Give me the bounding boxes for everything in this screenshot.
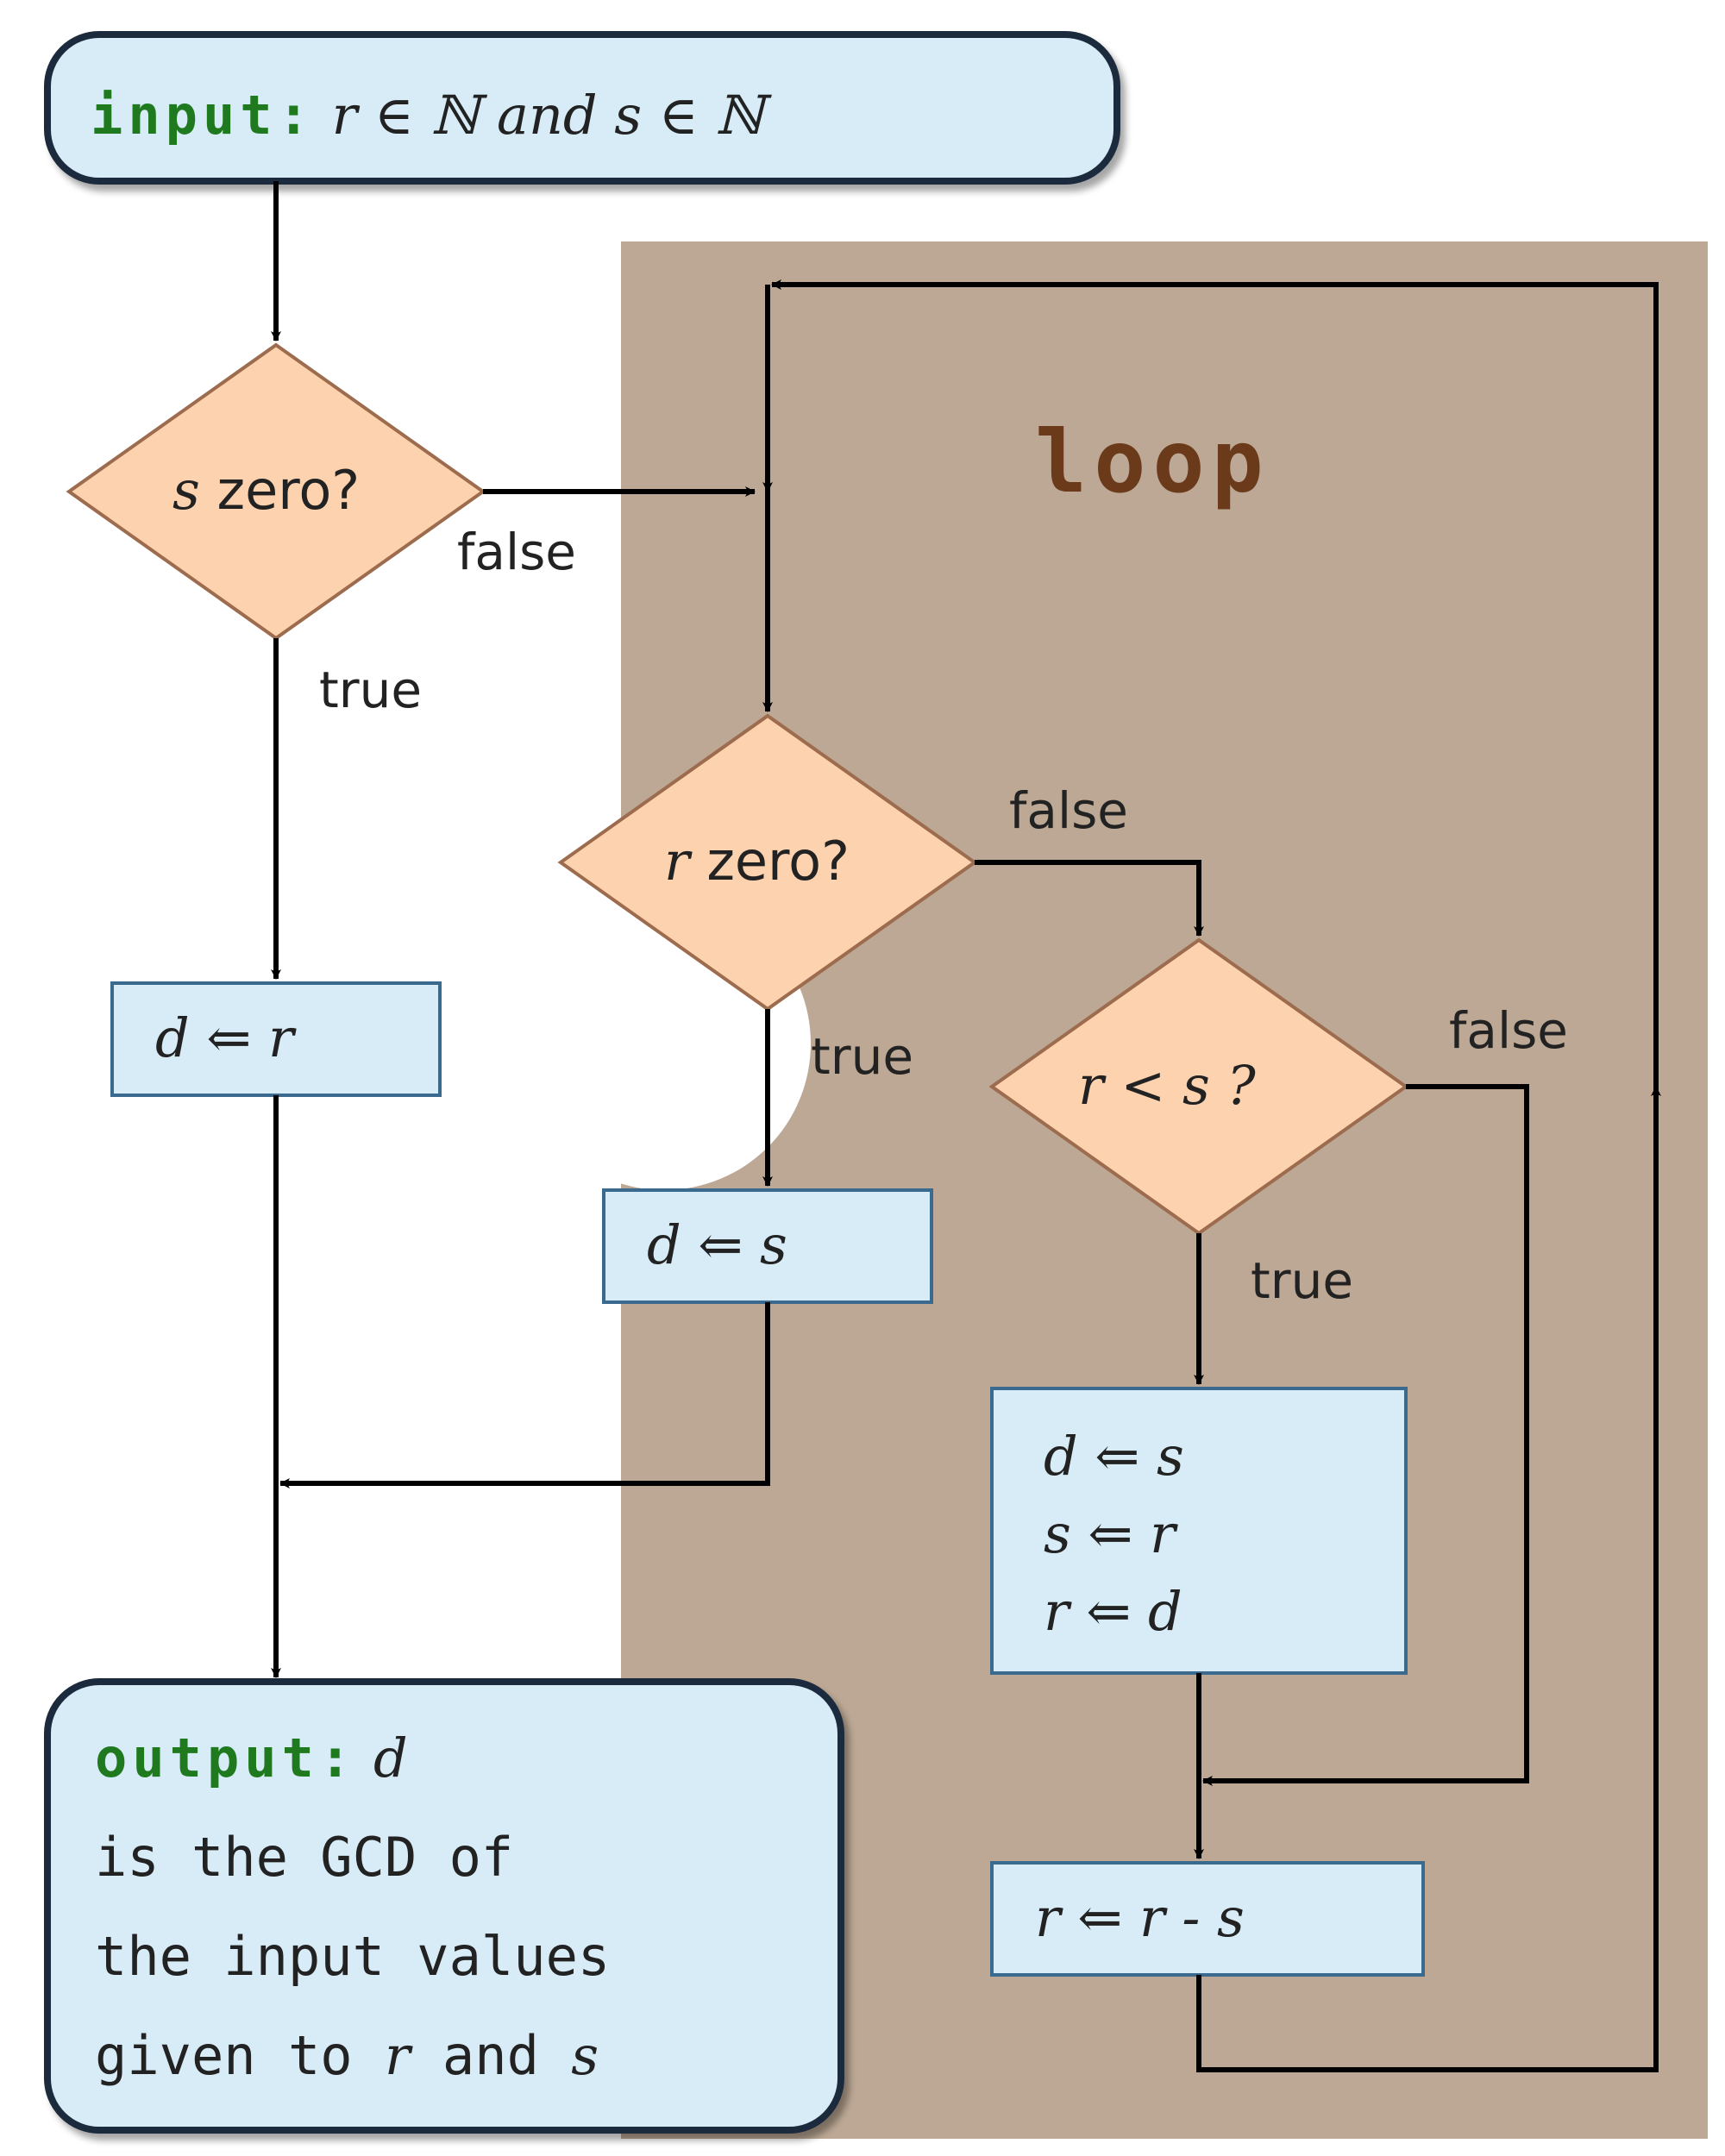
process-d-gets-s-text: d ⇐ s bbox=[647, 1213, 787, 1276]
label-rlts-false: false bbox=[1449, 1001, 1568, 1060]
decision-r-lt-s-text: r < s ? bbox=[1078, 1054, 1257, 1117]
decision-s-zero-text: s zero? bbox=[172, 459, 360, 522]
label-rlts-true: true bbox=[1251, 1251, 1353, 1310]
swap-l2: s ⇐ r bbox=[1044, 1502, 1178, 1565]
output-line4: given to r and s bbox=[95, 2024, 599, 2087]
label-rzero-true: true bbox=[811, 1027, 913, 1086]
output-line3: the input values bbox=[95, 1925, 610, 1988]
loop-label: loop bbox=[1035, 411, 1270, 512]
label-rzero-false: false bbox=[1009, 781, 1128, 840]
swap-l1: d ⇐ s bbox=[1044, 1425, 1184, 1488]
output-line2: is the GCD of bbox=[95, 1826, 513, 1889]
label-szero-true: true bbox=[319, 661, 422, 719]
output-line1: output: d bbox=[95, 1727, 408, 1789]
decision-r-zero-text: r zero? bbox=[664, 830, 850, 893]
process-d-gets-r-text: d ⇐ r bbox=[155, 1006, 297, 1069]
swap-l3: r ⇐ d bbox=[1044, 1580, 1182, 1643]
input-text: input: r ∈ ℕ and s ∈ ℕ bbox=[91, 84, 772, 147]
label-szero-false: false bbox=[457, 523, 576, 581]
process-subtract-text: r ⇐ r - s bbox=[1035, 1886, 1245, 1949]
